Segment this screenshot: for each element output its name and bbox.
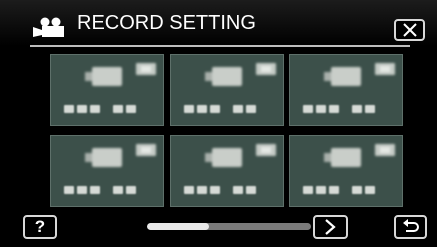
setting-tile-6[interactable] xyxy=(289,135,403,207)
close-icon xyxy=(403,23,417,37)
settings-grid xyxy=(50,54,403,208)
setting-value-indicator xyxy=(184,105,274,113)
setting-icon xyxy=(205,67,242,86)
corner-icon xyxy=(256,144,276,156)
setting-value-indicator xyxy=(184,186,274,194)
setting-tile-3[interactable] xyxy=(289,54,403,126)
page-scrollbar[interactable] xyxy=(147,223,311,230)
scrollbar-thumb[interactable] xyxy=(147,223,210,230)
setting-icon xyxy=(205,148,242,167)
corner-icon xyxy=(375,63,395,75)
chevron-right-icon xyxy=(325,219,336,235)
setting-value-indicator xyxy=(64,186,154,194)
corner-icon xyxy=(375,144,395,156)
corner-icon xyxy=(256,63,276,75)
setting-icon xyxy=(85,148,122,167)
setting-icon xyxy=(85,67,122,86)
title-bar: RECORD SETTING xyxy=(0,0,437,46)
setting-tile-4[interactable] xyxy=(50,135,164,207)
corner-icon xyxy=(136,63,156,75)
setting-tile-5[interactable] xyxy=(170,135,284,207)
header-divider xyxy=(30,45,410,47)
setting-tile-2[interactable] xyxy=(170,54,284,126)
setting-value-indicator xyxy=(303,186,393,194)
video-camera-icon xyxy=(33,17,64,37)
setting-value-indicator xyxy=(64,105,154,113)
setting-value-indicator xyxy=(303,105,393,113)
setting-icon xyxy=(324,148,361,167)
next-page-button[interactable] xyxy=(313,215,348,239)
help-button[interactable]: ? xyxy=(23,215,57,239)
close-button[interactable] xyxy=(394,19,425,41)
setting-tile-1[interactable] xyxy=(50,54,164,126)
setting-icon xyxy=(324,67,361,86)
return-arrow-icon xyxy=(403,219,419,232)
return-button[interactable] xyxy=(394,215,427,239)
page-title: RECORD SETTING xyxy=(77,12,256,34)
corner-icon xyxy=(136,144,156,156)
help-label: ? xyxy=(34,217,46,236)
